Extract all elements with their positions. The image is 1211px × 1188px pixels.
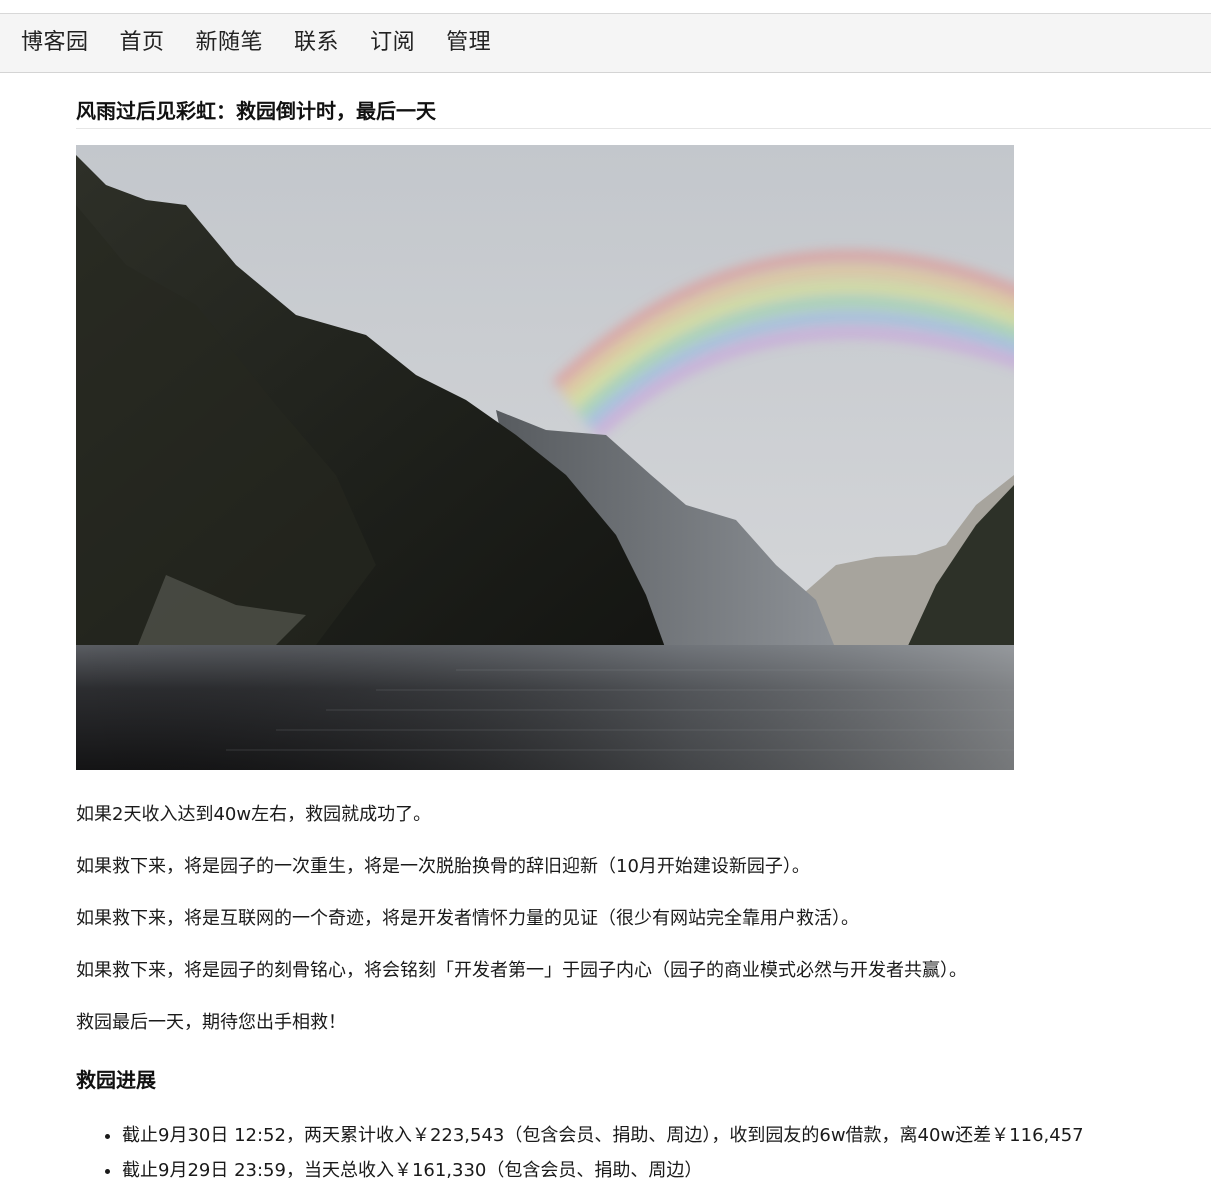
paragraph-5: 救园最后一天，期待您出手相救！ (76, 1012, 346, 1033)
nav-site-home[interactable]: 博客园 (21, 32, 89, 54)
paragraph-1: 如果2天收入达到40w左右，救园就成功了。 (76, 804, 432, 825)
main-nav: 博客园 首页 新随笔 联系 订阅 管理 (0, 14, 1211, 72)
progress-item: 截止9月29日 23:59，当天总收入￥161,330（包含会员、捐助、周边） (122, 1153, 1211, 1188)
post-title[interactable]: 风雨过后见彩虹：救园倒计时，最后一天 (76, 95, 1211, 129)
nav-contact[interactable]: 联系 (294, 32, 339, 54)
paragraph-4: 如果救下来，将是园子的刻骨铭心，将会铭刻「开发者第一」于园子内心（园子的商业模式… (76, 960, 967, 981)
paragraph-2: 如果救下来，将是园子的一次重生，将是一次脱胎换骨的辞旧迎新（10月开始建设新园子… (76, 856, 810, 877)
post-content: 风雨过后见彩虹：救园倒计时，最后一天 如果2天收入达到40w左右，救园就成功了。… (76, 95, 1211, 1188)
paragraph-3: 如果救下来，将是互联网的一个奇迹，将是开发者情怀力量的见证（很少有网站完全靠用户… (76, 908, 859, 929)
fjord-rainbow-illustration (76, 145, 1014, 770)
nav-subscribe[interactable]: 订阅 (370, 32, 415, 54)
hero-image (76, 145, 1014, 770)
progress-item: 截止9月30日 12:52，两天累计收入￥223,543（包含会员、捐助、周边）… (122, 1118, 1211, 1153)
progress-list: 截止9月30日 12:52，两天累计收入￥223,543（包含会员、捐助、周边）… (76, 1118, 1211, 1188)
top-nav-bar: 博客园 首页 新随笔 联系 订阅 管理 (0, 13, 1211, 73)
section-title-progress: 救园进展 (76, 1068, 156, 1092)
nav-home[interactable]: 首页 (120, 32, 165, 54)
nav-admin[interactable]: 管理 (446, 32, 491, 54)
nav-new-post[interactable]: 新随笔 (196, 32, 264, 54)
